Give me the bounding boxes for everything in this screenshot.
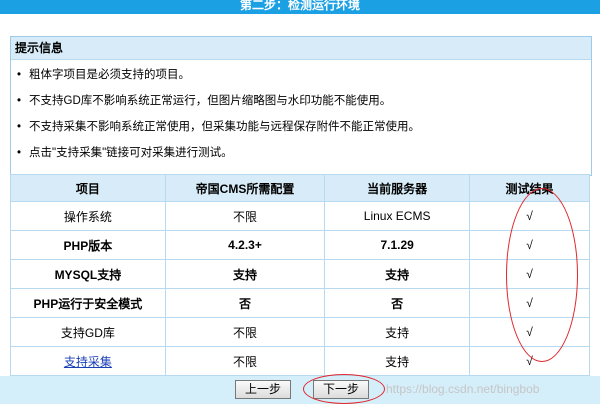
- item-cell: 支持采集: [10, 346, 166, 376]
- current-cell: 支持: [324, 317, 471, 347]
- result-cell: √: [469, 259, 590, 289]
- result-cell: √: [469, 346, 590, 376]
- bullet-icon: •: [17, 147, 22, 159]
- current-cell: Linux ECMS: [324, 201, 471, 231]
- required-cell: 支持: [164, 259, 326, 289]
- required-cell: 4.2.3+: [164, 230, 326, 260]
- item-cell: PHP运行于安全模式: [10, 288, 166, 318]
- tip-item: • 粗体字项目是必须支持的项目。: [17, 66, 591, 92]
- table-row: 操作系统 不限 Linux ECMS √: [10, 201, 590, 231]
- tip-item: • 不支持GD库不影响系统正常运行，但图片缩略图与水印功能不能使用。: [17, 92, 591, 118]
- item-cell: 操作系统: [10, 201, 166, 231]
- item-cell: 支持GD库: [10, 317, 166, 347]
- column-header-required: 帝国CMS所需配置: [164, 174, 326, 202]
- tip-text: 不支持采集不影响系统正常使用，但采集功能与远程保存附件不能正常使用。: [29, 121, 420, 133]
- table-row: PHP运行于安全模式 否 否 √: [10, 288, 590, 318]
- tips-list: • 粗体字项目是必须支持的项目。 • 不支持GD库不影响系统正常运行，但图片缩略图与…: [11, 60, 591, 170]
- result-cell: √: [469, 288, 590, 318]
- tip-text: 不支持GD库不影响系统正常运行，但图片缩略图与水印功能不能使用。: [29, 95, 392, 107]
- bullet-icon: •: [17, 95, 22, 107]
- current-cell: 支持: [324, 259, 471, 289]
- tips-box: 提示信息 • 粗体字项目是必须支持的项目。 • 不支持GD库不影响系统正常运行，但图…: [10, 36, 592, 176]
- tip-item: • 不支持采集不影响系统正常使用，但采集功能与远程保存附件不能正常使用。: [17, 118, 591, 144]
- bullet-icon: •: [17, 121, 22, 133]
- tip-text: 点击"支持采集"链接可对采集进行测试。: [29, 147, 233, 159]
- table-row: 支持GD库 不限 支持 √: [10, 317, 590, 347]
- table-row: PHP版本 4.2.3+ 7.1.29 √: [10, 230, 590, 260]
- column-header-current: 当前服务器: [324, 174, 471, 202]
- watermark: https://blog.csdn.net/bingbob: [386, 382, 540, 396]
- bullet-icon: •: [17, 69, 22, 81]
- column-header-item: 项目: [10, 174, 166, 202]
- required-cell: 不限: [164, 346, 326, 376]
- page-title: 第二步：检测运行环境: [0, 0, 600, 14]
- table-row: MYSQL支持 支持 支持 √: [10, 259, 590, 289]
- result-cell: √: [469, 317, 590, 347]
- table-row: 支持采集 不限 支持 √: [10, 346, 590, 376]
- current-cell: 否: [324, 288, 471, 318]
- required-cell: 不限: [164, 201, 326, 231]
- item-cell: MYSQL支持: [10, 259, 166, 289]
- footer-bar: 上一步 下一步 https://blog.csdn.net/bingbob: [0, 374, 600, 404]
- tip-text: 粗体字项目是必须支持的项目。: [29, 69, 190, 81]
- result-cell: √: [469, 230, 590, 260]
- current-cell: 7.1.29: [324, 230, 471, 260]
- table-header-row: 项目 帝国CMS所需配置 当前服务器 测试结果: [10, 174, 590, 202]
- next-step-button[interactable]: 下一步: [313, 380, 369, 399]
- current-cell: 支持: [324, 346, 471, 376]
- tip-item: • 点击"支持采集"链接可对采集进行测试。: [17, 144, 591, 170]
- item-cell: PHP版本: [10, 230, 166, 260]
- prev-step-button[interactable]: 上一步: [235, 380, 291, 399]
- collect-test-link[interactable]: 支持采集: [64, 355, 112, 369]
- tips-heading: 提示信息: [11, 37, 591, 60]
- environment-table: 项目 帝国CMS所需配置 当前服务器 测试结果 操作系统 不限 Linux EC…: [10, 174, 590, 376]
- result-cell: √: [469, 201, 590, 231]
- required-cell: 不限: [164, 317, 326, 347]
- column-header-result: 测试结果: [469, 174, 590, 202]
- required-cell: 否: [164, 288, 326, 318]
